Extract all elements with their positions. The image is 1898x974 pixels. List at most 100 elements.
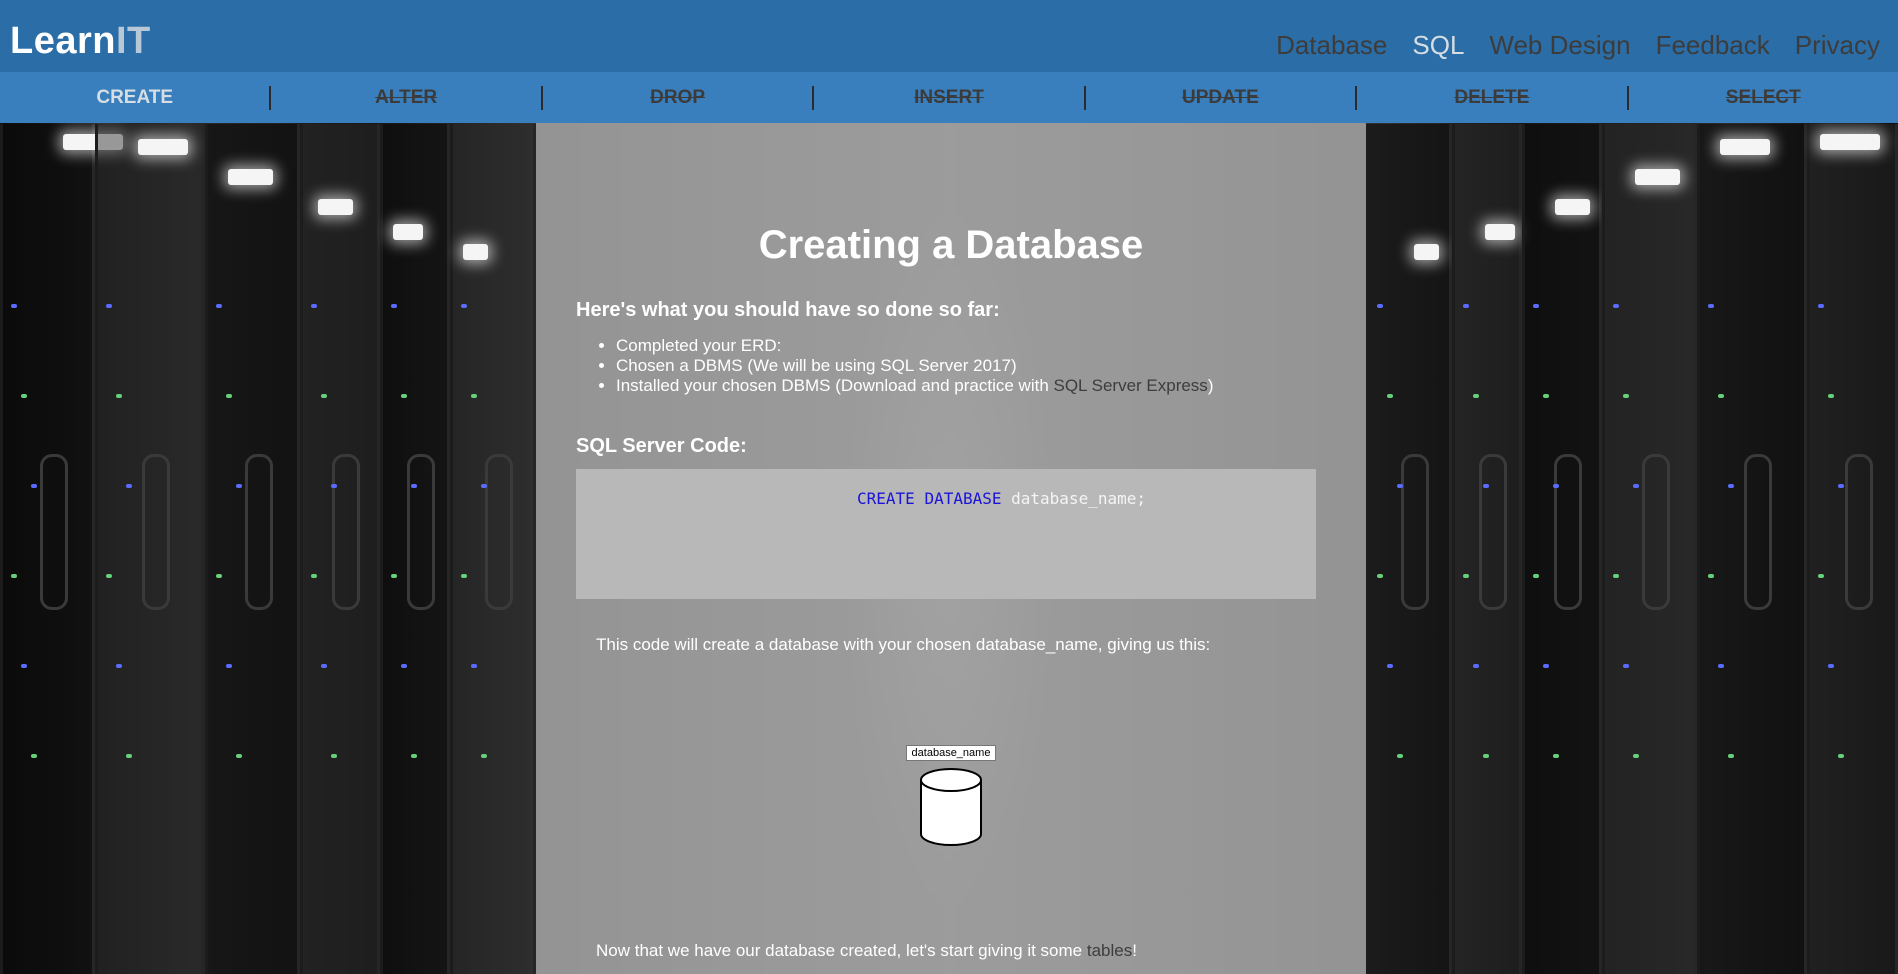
status-led	[106, 574, 112, 578]
tables-link[interactable]: tables	[1087, 941, 1132, 960]
server-rack	[0, 124, 123, 974]
status-led	[1397, 484, 1403, 488]
status-led	[236, 484, 242, 488]
database-name-label: database_name	[906, 745, 996, 761]
status-led	[1463, 574, 1469, 578]
code-keyword-database: DATABASE	[924, 489, 1002, 508]
status-led	[1633, 484, 1639, 488]
sql-code: CREATE DATABASE database_name;	[857, 489, 1146, 508]
subnav-delete[interactable]: DELETE	[1357, 87, 1626, 109]
code-heading: SQL Server Code:	[576, 435, 747, 457]
status-led	[471, 664, 477, 668]
server-rack	[1366, 124, 1452, 974]
subnav-create[interactable]: CREATE	[0, 87, 269, 109]
status-led	[126, 484, 132, 488]
status-led	[1483, 754, 1489, 758]
sql-subnav: CREATE ALTER DROP INSERT UPDATE DELETE S…	[0, 72, 1898, 123]
rack-door-handle	[485, 454, 513, 610]
rack-door-handle	[407, 454, 435, 610]
ceiling-light	[1414, 244, 1439, 260]
explanation-text: This code will create a database with yo…	[596, 635, 1211, 654]
logo-text-accent: IT	[115, 20, 151, 62]
status-led	[1377, 304, 1383, 308]
rack-door-handle	[245, 454, 273, 610]
sql-server-express-link[interactable]: SQL Server Express	[1054, 376, 1208, 395]
status-led	[11, 304, 17, 308]
checklist-item-install: Installed your chosen DBMS (Download and…	[616, 376, 1213, 396]
server-rack	[450, 124, 536, 974]
server-rack	[205, 124, 300, 974]
ceiling-light	[463, 244, 488, 260]
server-rack	[95, 124, 205, 974]
status-led	[1728, 484, 1734, 488]
status-led	[1818, 304, 1824, 308]
code-keyword-create: CREATE	[857, 489, 915, 508]
rack-door-handle	[332, 454, 360, 610]
server-rack	[300, 124, 380, 974]
status-led	[216, 574, 222, 578]
status-led	[1728, 754, 1734, 758]
site-logo[interactable]: LearnIT	[10, 20, 151, 63]
logo-text-main: Learn	[10, 20, 116, 62]
status-led	[1387, 394, 1393, 398]
status-led	[461, 574, 467, 578]
status-led	[1708, 574, 1714, 578]
page-title: Creating a Database	[758, 223, 1144, 267]
status-led	[126, 754, 132, 758]
closing-text-suffix: !	[1132, 941, 1137, 960]
closing-text-main: Now that we have our database created, l…	[596, 941, 1087, 960]
status-led	[1838, 484, 1844, 488]
status-led	[321, 664, 327, 668]
status-led	[1397, 754, 1403, 758]
checklist-item-install-text: Installed your chosen DBMS (Download and…	[616, 376, 1054, 395]
status-led	[1463, 304, 1469, 308]
status-led	[481, 484, 487, 488]
server-rack	[380, 124, 450, 974]
progress-heading: Here's what you should have so done so f…	[576, 299, 1000, 321]
status-led	[31, 754, 37, 758]
code-identifier: database_name;	[1011, 489, 1146, 508]
nav-link-privacy[interactable]: Privacy	[1795, 30, 1880, 61]
status-led	[226, 664, 232, 668]
nav-link-sql[interactable]: SQL	[1412, 30, 1464, 61]
rack-door-handle	[1642, 454, 1670, 610]
status-led	[1623, 664, 1629, 668]
status-led	[401, 394, 407, 398]
nav-link-web-design[interactable]: Web Design	[1489, 30, 1630, 61]
ceiling-light	[228, 169, 273, 185]
status-led	[401, 664, 407, 668]
subnav-alter[interactable]: ALTER	[271, 87, 540, 109]
rack-door-handle	[1845, 454, 1873, 610]
subnav-insert[interactable]: INSERT	[814, 87, 1083, 109]
checklist-item-erd: Completed your ERD:	[616, 336, 1213, 356]
status-led	[331, 484, 337, 488]
rack-door-handle	[1744, 454, 1772, 610]
content-panel: Creating a Database Here's what you shou…	[536, 123, 1366, 974]
closing-text: Now that we have our database created, l…	[596, 941, 1137, 961]
status-led	[1473, 394, 1479, 398]
status-led	[1553, 754, 1559, 758]
subnav-select[interactable]: SELECT	[1629, 87, 1898, 109]
status-led	[471, 394, 477, 398]
nav-link-database[interactable]: Database	[1276, 30, 1387, 61]
status-led	[1387, 664, 1393, 668]
ceiling-light	[138, 139, 188, 155]
status-led	[1623, 394, 1629, 398]
ceiling-light	[1555, 199, 1590, 215]
server-rack	[1697, 124, 1807, 974]
status-led	[1708, 304, 1714, 308]
status-led	[411, 484, 417, 488]
status-led	[1838, 754, 1844, 758]
server-rack	[1452, 124, 1522, 974]
status-led	[1613, 304, 1619, 308]
status-led	[1473, 664, 1479, 668]
checklist-item-dbms: Chosen a DBMS (We will be using SQL Serv…	[616, 356, 1213, 376]
site-header: LearnIT Database SQL Web Design Feedback…	[0, 0, 1898, 72]
nav-link-feedback[interactable]: Feedback	[1656, 30, 1770, 61]
subnav-update[interactable]: UPDATE	[1086, 87, 1355, 109]
code-block: CREATE DATABASE database_name;	[576, 469, 1316, 599]
subnav-drop[interactable]: DROP	[543, 87, 812, 109]
status-led	[1613, 574, 1619, 578]
server-rack	[1807, 124, 1898, 974]
status-led	[1543, 394, 1549, 398]
